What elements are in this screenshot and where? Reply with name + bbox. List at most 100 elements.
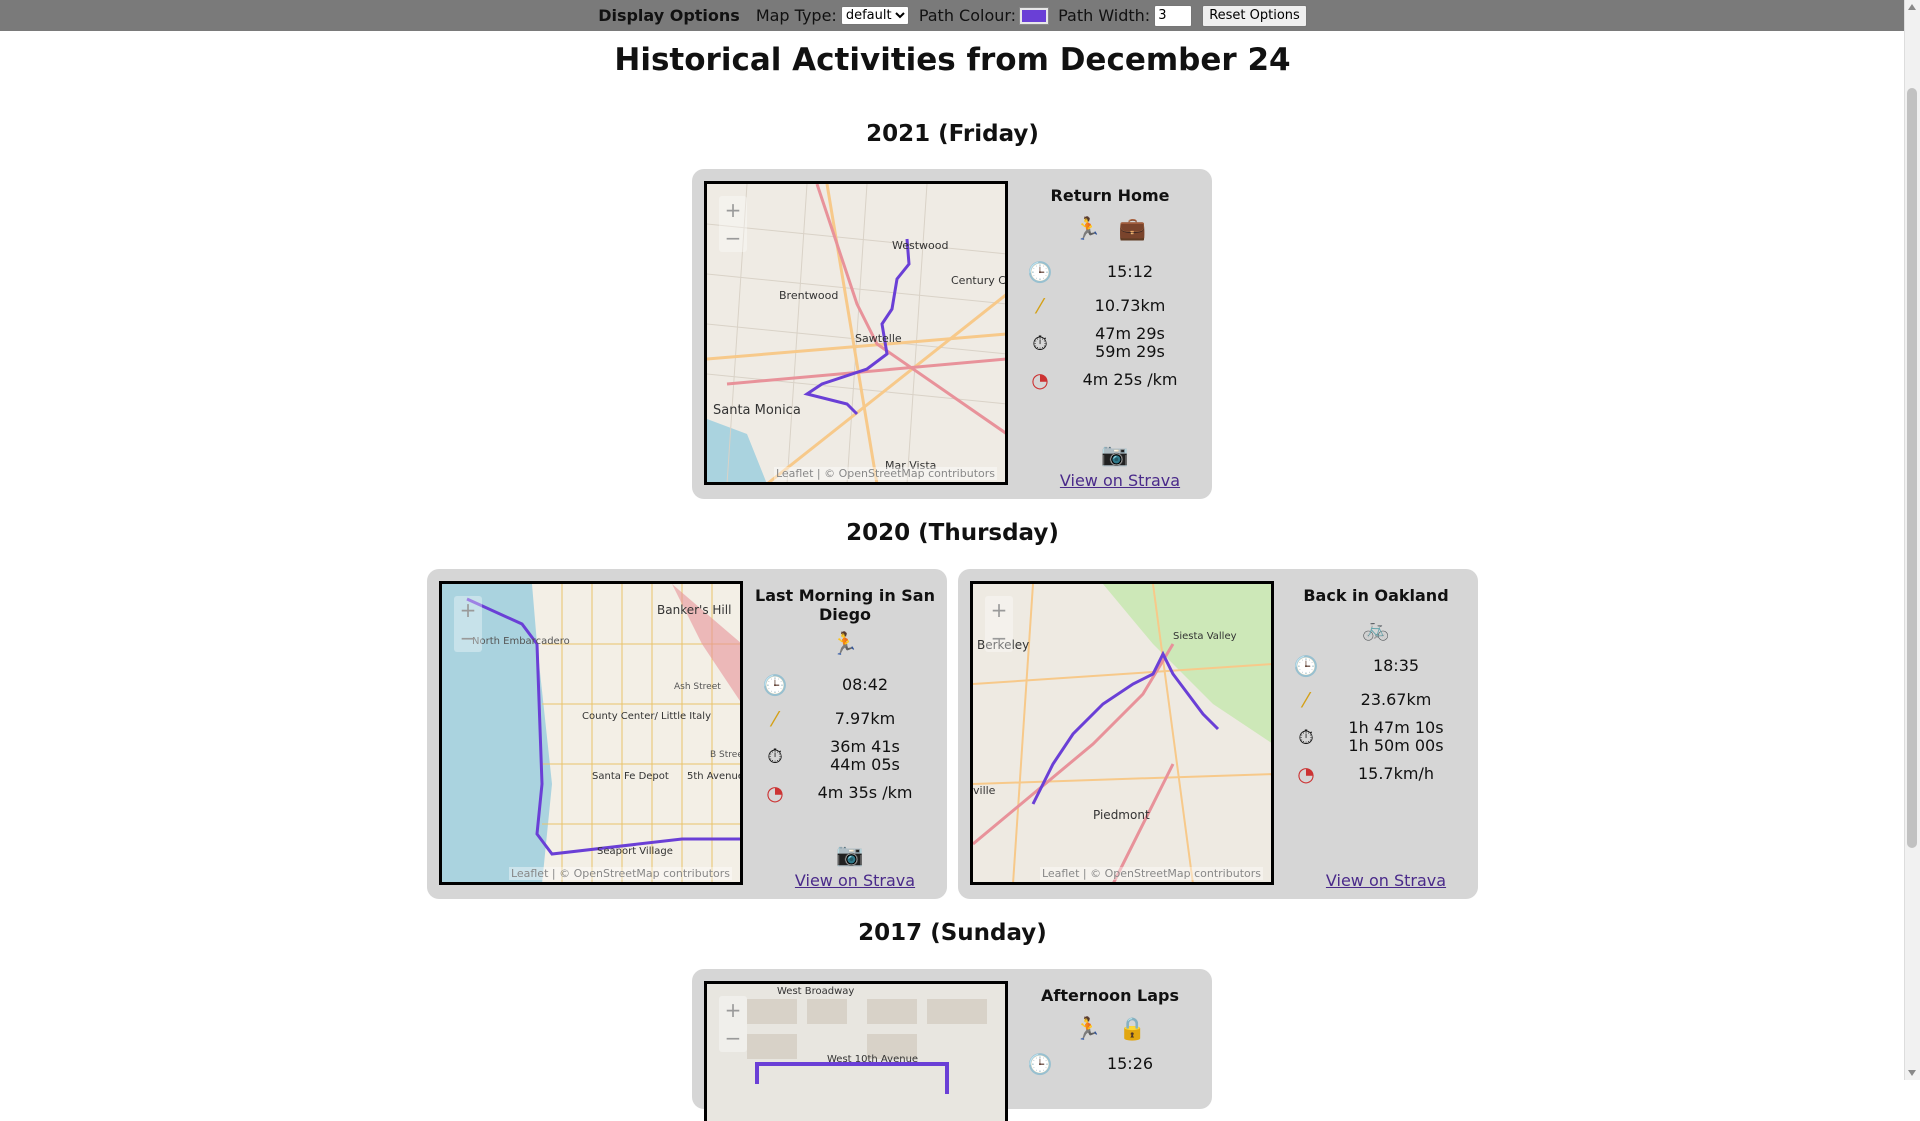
lock-icon: 🔒 bbox=[1118, 1017, 1146, 1042]
activity-icons: 🚲 bbox=[1286, 617, 1466, 643]
activity-card: Berkeley Siesta Valley Piedmont ville + … bbox=[958, 569, 1478, 899]
map-label: Brentwood bbox=[779, 289, 838, 302]
display-options-title: Display Options bbox=[598, 6, 740, 25]
distance-icon: ⁄ bbox=[1304, 688, 1308, 712]
start-time: 08:42 bbox=[841, 675, 889, 694]
zoom-in-button[interactable]: + bbox=[985, 596, 1013, 624]
pace: 4m 25s /km bbox=[1082, 370, 1178, 389]
zoom-control: + − bbox=[985, 596, 1013, 652]
scrollbar-thumb[interactable] bbox=[1907, 88, 1917, 848]
map-label: Santa Fe Depot bbox=[592, 771, 669, 782]
activity-card: West Broadway West 10th Avenue + − After… bbox=[692, 969, 1212, 1121]
page-scrollbar[interactable] bbox=[1904, 0, 1920, 1080]
clock-icon: 🕒 bbox=[1027, 260, 1053, 284]
path-colour-picker[interactable] bbox=[1019, 6, 1050, 25]
map-label: Sawtelle bbox=[855, 332, 902, 345]
distance-icon: ⁄ bbox=[1038, 294, 1042, 318]
activity-map[interactable]: West Broadway West 10th Avenue + − bbox=[704, 981, 1008, 1121]
run-icon: 🏃 bbox=[1074, 1017, 1102, 1042]
clock-icon: 🕒 bbox=[1293, 654, 1319, 678]
zoom-in-button[interactable]: + bbox=[454, 596, 482, 624]
view-on-strava-link[interactable]: View on Strava bbox=[755, 871, 955, 890]
map-label: County Center/ Little Italy bbox=[582, 711, 711, 722]
activity-name: Return Home bbox=[1050, 186, 1170, 205]
distance-icon: ⁄ bbox=[773, 707, 777, 731]
path-width-input[interactable] bbox=[1154, 4, 1193, 27]
map-type-label: Map Type: bbox=[755, 6, 837, 25]
bike-icon: 🚲 bbox=[1362, 617, 1390, 642]
scroll-up-arrow[interactable] bbox=[1908, 4, 1916, 10]
map-label: Westwood bbox=[892, 239, 948, 252]
activity-icons: 🏃 🔒 bbox=[1020, 1017, 1200, 1043]
durations: 36m 41s 44m 05s bbox=[795, 738, 935, 774]
briefcase-icon: 💼 bbox=[1118, 217, 1146, 242]
activity-name: Last Morning in San Diego bbox=[755, 586, 935, 624]
map-tiles: West Broadway West 10th Avenue bbox=[707, 984, 1005, 1121]
map-tiles: Berkeley Siesta Valley Piedmont ville bbox=[973, 584, 1271, 882]
speed: 15.7km/h bbox=[1357, 764, 1434, 783]
map-label: Century Cit bbox=[951, 274, 1007, 287]
zoom-control: + − bbox=[719, 996, 747, 1052]
year-heading: 2020 (Thursday) bbox=[846, 520, 1059, 546]
scroll-down-arrow[interactable] bbox=[1908, 1070, 1916, 1076]
zoom-out-button[interactable]: − bbox=[454, 624, 482, 652]
start-time: 15:12 bbox=[1106, 262, 1154, 281]
map-label: Siesta Valley bbox=[1173, 631, 1237, 642]
page-title: Historical Activities from December 24 bbox=[614, 42, 1291, 78]
activity-card: Banker's Hill North Embarcadero County C… bbox=[427, 569, 947, 899]
map-label: Piedmont bbox=[1093, 808, 1150, 822]
zoom-in-button[interactable]: + bbox=[719, 996, 747, 1024]
distance: 10.73km bbox=[1094, 296, 1166, 315]
zoom-control: + − bbox=[719, 196, 747, 252]
map-label: ville bbox=[973, 784, 996, 797]
start-time: 15:26 bbox=[1106, 1054, 1154, 1073]
elapsed-time: 59m 29s bbox=[1095, 342, 1165, 361]
activity-info: Last Morning in San Diego 🏃 🕒 08:42 ⁄ 7.97… bbox=[755, 583, 935, 890]
speedometer-icon: ◔ bbox=[1031, 368, 1049, 392]
map-attribution: Leaflet | © OpenStreetMap contributors bbox=[773, 467, 997, 480]
clock-icon: 🕒 bbox=[1027, 1052, 1053, 1076]
map-attribution: Leaflet | © OpenStreetMap contributors bbox=[508, 867, 732, 880]
map-label: West Broadway bbox=[777, 986, 854, 997]
map-label: West 10th Avenue bbox=[827, 1054, 918, 1065]
elapsed-time: 1h 50m 00s bbox=[1348, 736, 1444, 755]
zoom-out-button[interactable]: − bbox=[719, 1024, 747, 1052]
zoom-in-button[interactable]: + bbox=[719, 196, 747, 224]
map-attribution: Leaflet | © OpenStreetMap contributors bbox=[1039, 867, 1263, 880]
map-label: Santa Monica bbox=[713, 403, 801, 418]
zoom-out-button[interactable]: − bbox=[719, 224, 747, 252]
activity-map[interactable]: Westwood Brentwood Sawtelle Santa Monica… bbox=[704, 181, 1008, 485]
map-type-select[interactable]: default bbox=[840, 6, 909, 25]
activity-info: Return Home 🏃 💼 🕒 15:12 ⁄ 10.73km ⏱ 47m 29s… bbox=[1020, 183, 1200, 490]
stopwatch-icon: ⏱ bbox=[1032, 331, 1048, 355]
reset-options-button[interactable]: Reset Options bbox=[1202, 4, 1307, 27]
activity-icons: 🏃 bbox=[755, 632, 935, 658]
map-label: Ash Street bbox=[674, 682, 721, 692]
view-on-strava-link[interactable]: View on Strava bbox=[1286, 871, 1486, 890]
view-on-strava-link[interactable]: View on Strava bbox=[1020, 471, 1220, 490]
stopwatch-icon: ⏱ bbox=[767, 744, 783, 768]
clock-icon: 🕒 bbox=[762, 673, 788, 697]
map-label: Seaport Village bbox=[597, 846, 673, 857]
speedometer-icon: ◔ bbox=[1297, 762, 1315, 786]
elapsed-time: 44m 05s bbox=[830, 755, 900, 774]
run-icon: 🏃 bbox=[831, 632, 859, 657]
start-time: 18:35 bbox=[1372, 656, 1420, 675]
activity-map[interactable]: Berkeley Siesta Valley Piedmont ville + … bbox=[970, 581, 1274, 885]
moving-time: 36m 41s bbox=[830, 737, 900, 756]
year-heading: 2021 (Friday) bbox=[866, 121, 1039, 147]
map-label: North Embarcadero bbox=[472, 636, 570, 647]
stopwatch-icon: ⏱ bbox=[1298, 725, 1314, 749]
camera-icon[interactable]: 📷 bbox=[1095, 443, 1135, 468]
activity-icons: 🏃 💼 bbox=[1020, 217, 1200, 243]
map-label: B Street bbox=[710, 750, 742, 760]
zoom-out-button[interactable]: − bbox=[985, 624, 1013, 652]
moving-time: 1h 47m 10s bbox=[1348, 718, 1444, 737]
pace: 4m 35s /km bbox=[817, 783, 913, 802]
activity-info: Afternoon Laps 🏃 🔒 🕒 15:26 bbox=[1020, 983, 1200, 1081]
display-options-bar: Display Options Map Type: default Path C… bbox=[0, 0, 1905, 31]
activity-map[interactable]: Banker's Hill North Embarcadero County C… bbox=[439, 581, 743, 885]
map-label: Banker's Hill bbox=[657, 603, 731, 617]
durations: 47m 29s 59m 29s bbox=[1060, 325, 1200, 361]
camera-icon[interactable]: 📷 bbox=[830, 843, 870, 868]
